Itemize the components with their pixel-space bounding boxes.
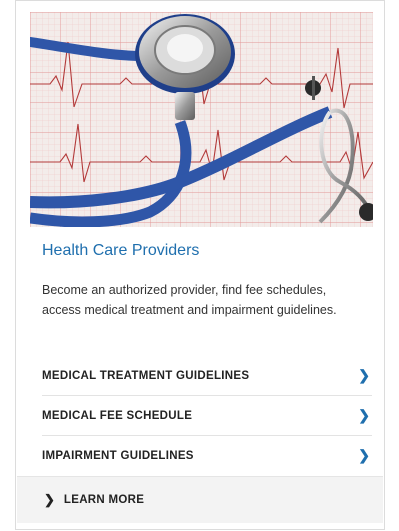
chevron-right-icon: ❯ bbox=[358, 367, 370, 383]
link-list: MEDICAL TREATMENT GUIDELINES ❯ MEDICAL F… bbox=[42, 356, 372, 475]
link-label: MEDICAL TREATMENT GUIDELINES bbox=[42, 369, 250, 382]
chevron-right-icon: ❯ bbox=[358, 407, 370, 423]
provider-card: Health Care Providers Become an authoriz… bbox=[15, 0, 385, 530]
chevron-right-icon: ❯ bbox=[358, 447, 370, 463]
link-impairment-guidelines[interactable]: IMPAIRMENT GUIDELINES ❯ bbox=[42, 436, 372, 475]
link-label: IMPAIRMENT GUIDELINES bbox=[42, 449, 194, 462]
chevron-right-icon: ❯ bbox=[44, 492, 55, 507]
stethoscope-illustration bbox=[30, 12, 373, 227]
learn-more-button[interactable]: ❯ LEARN MORE bbox=[17, 476, 383, 523]
link-medical-treatment-guidelines[interactable]: MEDICAL TREATMENT GUIDELINES ❯ bbox=[42, 356, 372, 396]
card-description: Become an authorized provider, find fee … bbox=[42, 283, 337, 317]
link-label: MEDICAL FEE SCHEDULE bbox=[42, 409, 193, 422]
card-title[interactable]: Health Care Providers bbox=[42, 242, 199, 260]
learn-more-label: LEARN MORE bbox=[63, 494, 145, 506]
stethoscope-image bbox=[30, 12, 373, 227]
link-medical-fee-schedule[interactable]: MEDICAL FEE SCHEDULE ❯ bbox=[42, 396, 372, 436]
